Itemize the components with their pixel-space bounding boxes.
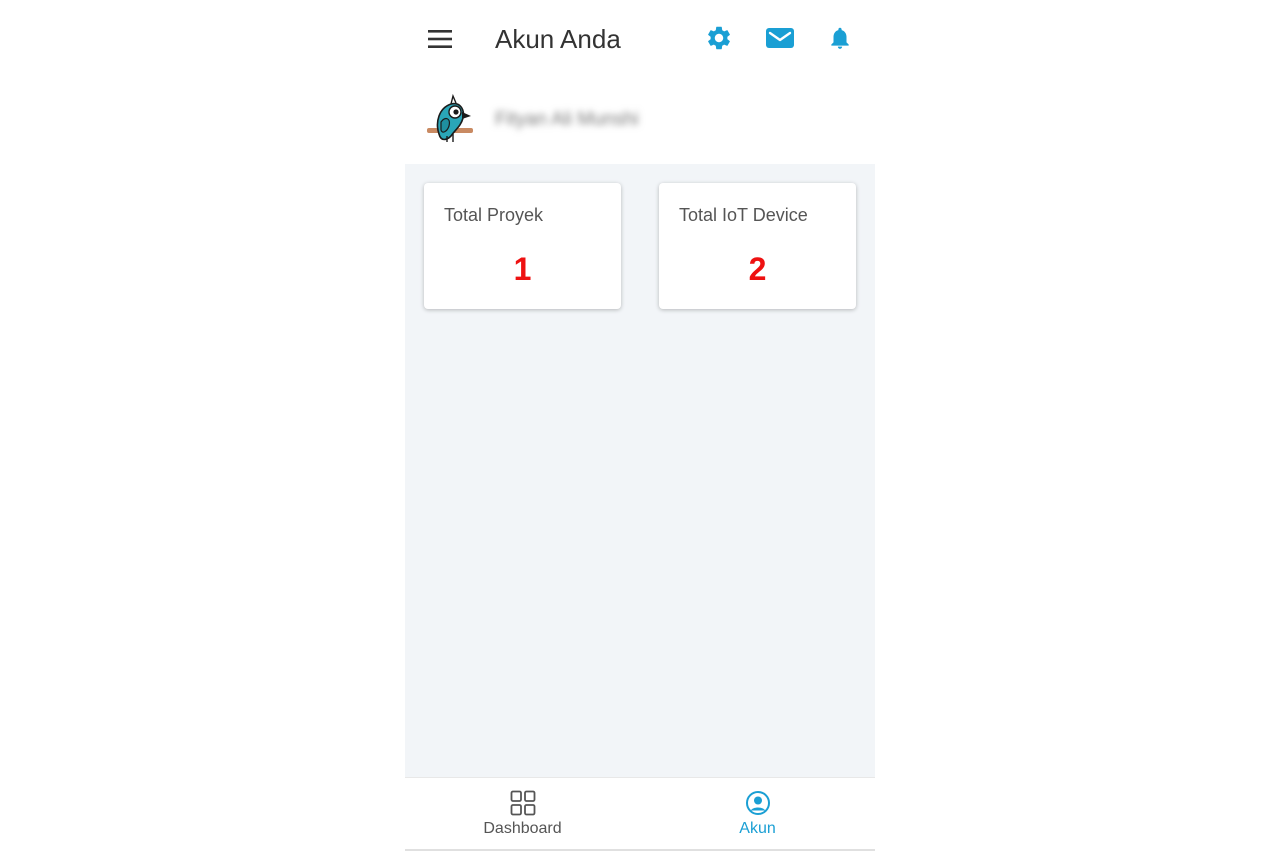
main-content: Total Proyek 1 Total IoT Device 2 — [405, 164, 875, 777]
bell-icon — [831, 27, 849, 49]
card-label: Total IoT Device — [679, 205, 808, 225]
user-circle-icon — [745, 791, 770, 815]
bottom-nav: Dashboard Akun — [405, 777, 875, 851]
total-iot-device-card[interactable]: Total IoT Device 2 — [659, 183, 856, 309]
app-header: Akun Anda — [405, 0, 875, 78]
card-label: Total Proyek — [444, 205, 544, 225]
app-screen: Akun Anda Fityan Ali Munshi Total Proyek… — [405, 0, 875, 853]
menu-icon — [428, 30, 452, 48]
gear-icon — [708, 26, 730, 50]
notifications-button[interactable] — [824, 22, 856, 54]
nav-label-akun: Akun — [739, 820, 776, 837]
profile-section: Fityan Ali Munshi — [405, 78, 875, 164]
nav-item-akun[interactable]: Akun — [640, 778, 875, 849]
settings-button[interactable] — [703, 22, 735, 54]
messages-button[interactable] — [764, 22, 796, 54]
card-value: 2 — [748, 251, 767, 287]
card-value: 1 — [513, 251, 532, 287]
profile-name: Fityan Ali Munshi — [495, 109, 639, 130]
total-proyek-card[interactable]: Total Proyek 1 — [424, 183, 621, 309]
nav-item-dashboard[interactable]: Dashboard — [405, 778, 640, 849]
mail-icon — [766, 28, 794, 48]
menu-button[interactable] — [425, 24, 455, 54]
page-title: Akun Anda — [495, 24, 621, 54]
nav-label-dashboard: Dashboard — [483, 820, 562, 837]
avatar[interactable] — [425, 92, 477, 148]
grid-icon — [510, 790, 535, 816]
